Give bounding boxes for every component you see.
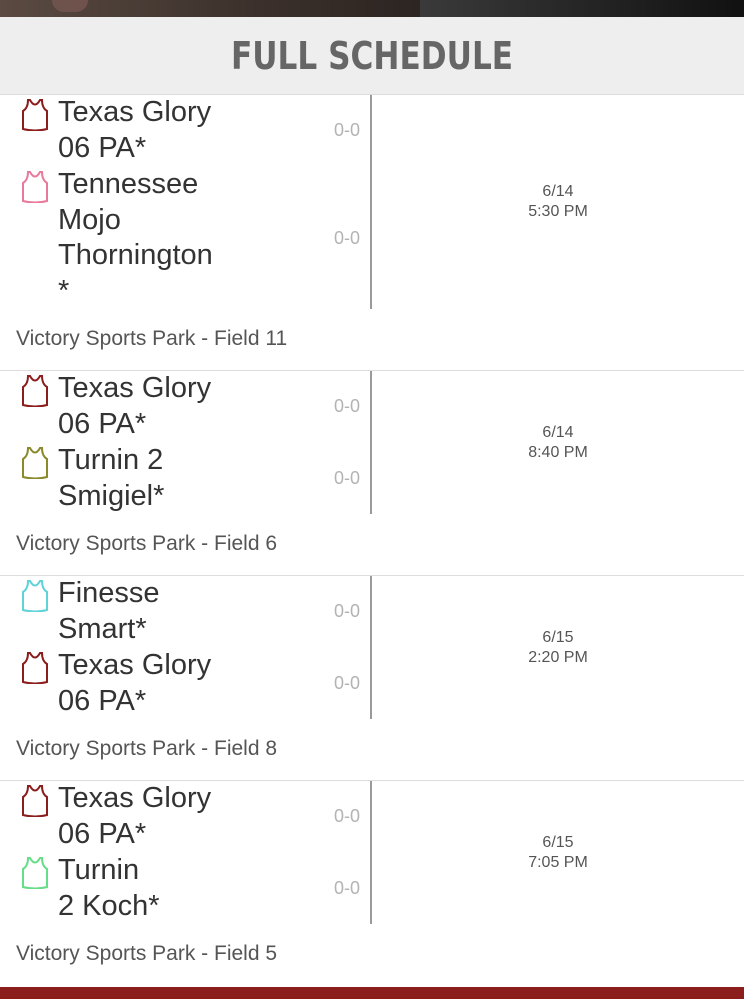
jersey-icon — [22, 580, 48, 612]
game-date: 6/14 — [542, 424, 574, 441]
team-row[interactable]: Texas Glory 06 PA* 0-0 — [0, 648, 370, 719]
team-row[interactable]: Texas Glory 06 PA* 0-0 — [0, 371, 370, 442]
team-row[interactable]: Turnin 2 Koch* 0-0 — [0, 853, 370, 924]
game-card[interactable]: Texas Glory 06 PA* 0-0 Tennessee Mojo Th… — [0, 95, 744, 371]
jersey-icon — [22, 447, 48, 479]
team-name: Finesse Smart* — [58, 577, 160, 645]
team-record: 0-0 — [333, 228, 360, 248]
jersey-icon — [22, 857, 48, 889]
team-name: Texas Glory 06 PA* — [58, 372, 212, 440]
schedule-header: FULL SCHEDULE — [0, 17, 744, 95]
game-datetime: 6/15 2:20 PM — [372, 628, 744, 668]
team-record: 0-0 — [333, 120, 360, 140]
bottom-accent-bar — [0, 987, 744, 999]
team-record: 0-0 — [333, 601, 360, 621]
team-name: Turnin 2 Koch* — [58, 854, 160, 922]
game-card[interactable]: Finesse Smart* 0-0 Texas Glory 06 PA* 0-… — [0, 576, 744, 781]
team-record: 0-0 — [333, 806, 360, 826]
game-time: 7:05 PM — [528, 854, 588, 871]
game-time: 5:30 PM — [528, 203, 588, 220]
game-venue: Victory Sports Park - Field 5 — [16, 942, 278, 965]
game-datetime: 6/15 7:05 PM — [372, 833, 744, 873]
game-datetime: 6/14 5:30 PM — [372, 182, 744, 222]
game-venue: Victory Sports Park - Field 8 — [16, 737, 278, 760]
team-record: 0-0 — [333, 396, 360, 416]
game-card[interactable]: Texas Glory 06 PA* 0-0 Turnin 2 Smigiel*… — [0, 371, 744, 576]
team-name: Turnin 2 Smigiel* — [58, 444, 165, 512]
game-date: 6/15 — [542, 834, 574, 851]
team-row[interactable]: Texas Glory 06 PA* 0-0 — [0, 781, 370, 852]
teams-column: Finesse Smart* 0-0 Texas Glory 06 PA* 0-… — [0, 576, 370, 719]
game-time: 8:40 PM — [528, 444, 588, 461]
team-record: 0-0 — [333, 673, 360, 693]
top-banner-image — [0, 0, 744, 17]
banner-photo-fragment — [52, 0, 88, 12]
game-date: 6/15 — [542, 629, 574, 646]
teams-column: Texas Glory 06 PA* 0-0 Tennessee Mojo Th… — [0, 95, 370, 309]
jersey-icon — [22, 785, 48, 817]
jersey-icon — [22, 171, 48, 203]
page-title: FULL SCHEDULE — [230, 33, 514, 78]
jersey-icon — [22, 652, 48, 684]
teams-column: Texas Glory 06 PA* 0-0 Turnin 2 Smigiel*… — [0, 371, 370, 514]
game-date: 6/14 — [542, 183, 574, 200]
team-row[interactable]: Turnin 2 Smigiel* 0-0 — [0, 443, 370, 514]
team-record: 0-0 — [333, 878, 360, 898]
game-venue: Victory Sports Park - Field 6 — [16, 532, 278, 555]
game-time: 2:20 PM — [528, 649, 588, 666]
game-card[interactable]: Texas Glory 06 PA* 0-0 Turnin 2 Koch* 0-… — [0, 781, 744, 987]
banner-photo-fragment — [420, 0, 744, 17]
team-row[interactable]: Tennessee Mojo Thornington * 0-0 — [0, 167, 370, 309]
jersey-icon — [22, 375, 48, 407]
game-venue: Victory Sports Park - Field 11 — [16, 327, 288, 350]
team-row[interactable]: Finesse Smart* 0-0 — [0, 576, 370, 647]
team-name: Texas Glory 06 PA* — [58, 96, 212, 164]
teams-column: Texas Glory 06 PA* 0-0 Turnin 2 Koch* 0-… — [0, 781, 370, 924]
team-row[interactable]: Texas Glory 06 PA* 0-0 — [0, 95, 370, 166]
game-datetime: 6/14 8:40 PM — [372, 423, 744, 463]
team-name: Texas Glory 06 PA* — [58, 782, 212, 850]
team-name: Tennessee Mojo Thornington * — [58, 168, 213, 307]
team-record: 0-0 — [333, 468, 360, 488]
jersey-icon — [22, 99, 48, 131]
team-name: Texas Glory 06 PA* — [58, 649, 212, 717]
